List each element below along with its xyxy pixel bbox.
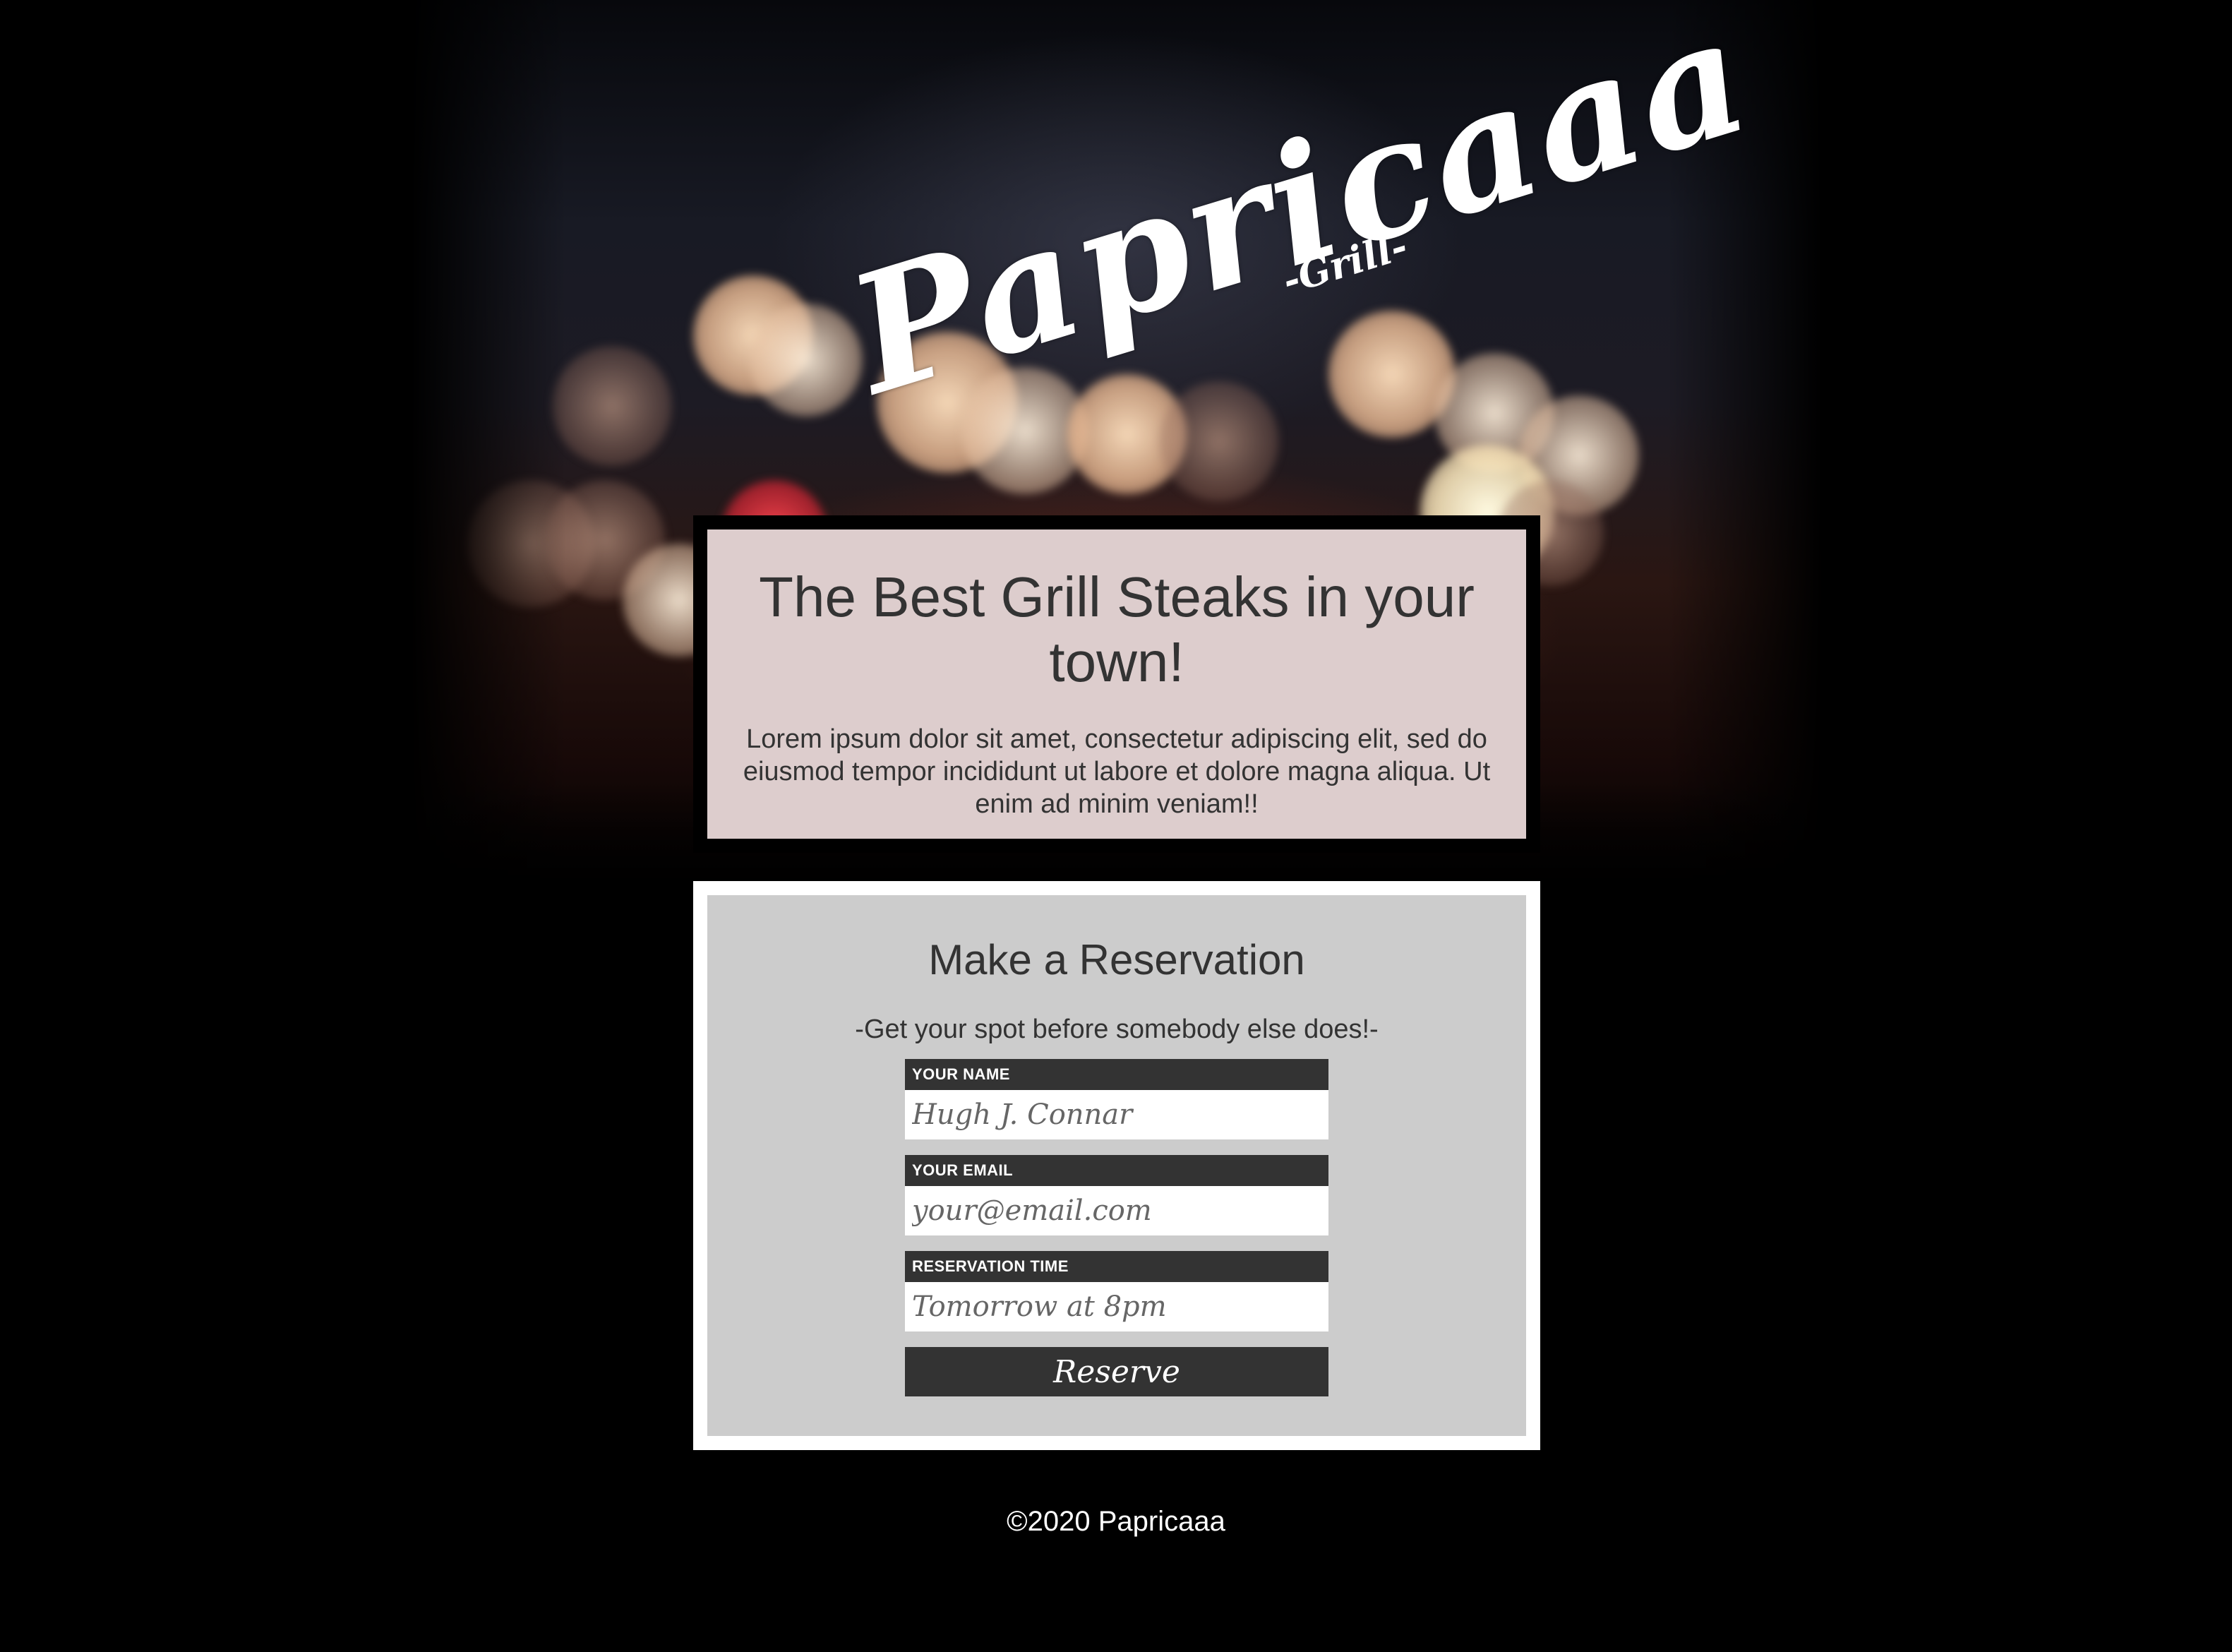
reservation-panel: Make a Reservation -Get your spot before… <box>693 881 1540 1450</box>
reservation-panel-inner: Make a Reservation -Get your spot before… <box>707 895 1526 1436</box>
time-field-group: RESERVATION TIME <box>905 1251 1328 1331</box>
email-input[interactable] <box>905 1186 1328 1235</box>
intro-panel-inner: The Best Grill Steaks in your town! Lore… <box>707 529 1526 839</box>
name-label: YOUR NAME <box>905 1059 1328 1090</box>
reservation-subtitle: -Get your spot before somebody else does… <box>855 1014 1379 1044</box>
name-field-group: YOUR NAME <box>905 1059 1328 1139</box>
reservation-form: YOUR NAME YOUR EMAIL RESERVATION TIME Re… <box>905 1059 1328 1396</box>
footer-copyright: ©2020 Papricaaa <box>1007 1506 1225 1537</box>
name-input[interactable] <box>905 1090 1328 1139</box>
reserve-button[interactable]: Reserve <box>905 1347 1328 1396</box>
intro-panel: The Best Grill Steaks in your town! Lore… <box>693 515 1540 853</box>
email-label: YOUR EMAIL <box>905 1155 1328 1186</box>
intro-description: Lorem ipsum dolor sit amet, consectetur … <box>743 724 1491 819</box>
page: Papricaaa -Grill- The Best Grill Steaks … <box>0 0 2232 1652</box>
intro-heading: The Best Grill Steaks in your town! <box>759 565 1475 693</box>
time-label: RESERVATION TIME <box>905 1251 1328 1282</box>
reservation-heading: Make a Reservation <box>928 936 1305 983</box>
email-field-group: YOUR EMAIL <box>905 1155 1328 1235</box>
time-input[interactable] <box>905 1282 1328 1331</box>
